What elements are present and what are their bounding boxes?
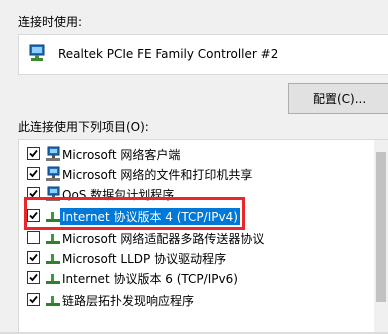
item-checkbox[interactable] [27,251,40,264]
item-checkbox[interactable] [27,167,40,180]
item-label: QoS 数据包计划程序 [62,188,175,202]
item-checkbox[interactable] [27,231,40,244]
list-item[interactable]: QoS 数据包计划程序 [19,184,371,204]
item-label: Internet 协议版本 4 (TCP/IPv4) [60,208,240,225]
list-item[interactable]: Internet 协议版本 4 (TCP/IPv4) [19,206,371,226]
item-checkbox[interactable] [27,271,40,284]
protocol-icon [45,270,61,286]
adapter-name: Realtek PCIe FE Family Controller #2 [58,47,279,61]
item-label: Internet 协议版本 6 (TCP/IPv6) [62,272,238,286]
network-adapter-icon [28,44,46,62]
item-label: Microsoft 网络的文件和打印机共享 [62,168,253,182]
protocol-icon [45,250,61,266]
network-client-icon [45,166,61,182]
configure-button[interactable]: 配置(C)... [288,83,388,114]
items-label: 此连接使用下列项目(O): [18,120,149,134]
list-item[interactable]: Microsoft 网络客户端 [19,144,371,164]
items-list[interactable]: Microsoft 网络客户端 Microsoft 网络的文件和打印机共享 QoS … [18,139,388,334]
scroll-thumb[interactable] [376,152,386,302]
adapter-field: Realtek PCIe FE Family Controller #2 [18,34,388,75]
list-item[interactable]: Microsoft 网络适配器多路传送器协议 [19,228,371,248]
item-checkbox[interactable] [27,187,40,200]
item-label: Microsoft LLDP 协议驱动程序 [62,252,227,266]
list-item[interactable]: 链路层拓扑发现响应程序 [19,290,371,310]
list-item[interactable]: Microsoft 网络的文件和打印机共享 [19,164,371,184]
item-checkbox[interactable] [27,209,40,222]
protocol-icon [45,292,61,308]
network-client-icon [45,186,61,202]
item-checkbox[interactable] [27,293,40,306]
protocol-icon [45,208,61,224]
protocol-icon [45,230,61,246]
item-label: 链路层拓扑发现响应程序 [62,294,195,308]
item-checkbox[interactable] [27,147,40,160]
list-scrollbar[interactable] [374,140,388,334]
connect-using-label: 连接时使用: [18,15,83,29]
list-item[interactable]: Internet 协议版本 6 (TCP/IPv6) [19,268,371,288]
network-client-icon [45,146,61,162]
item-label: Microsoft 网络客户端 [62,148,181,162]
item-label: Microsoft 网络适配器多路传送器协议 [62,232,265,246]
list-item[interactable]: Microsoft LLDP 协议驱动程序 [19,248,371,268]
